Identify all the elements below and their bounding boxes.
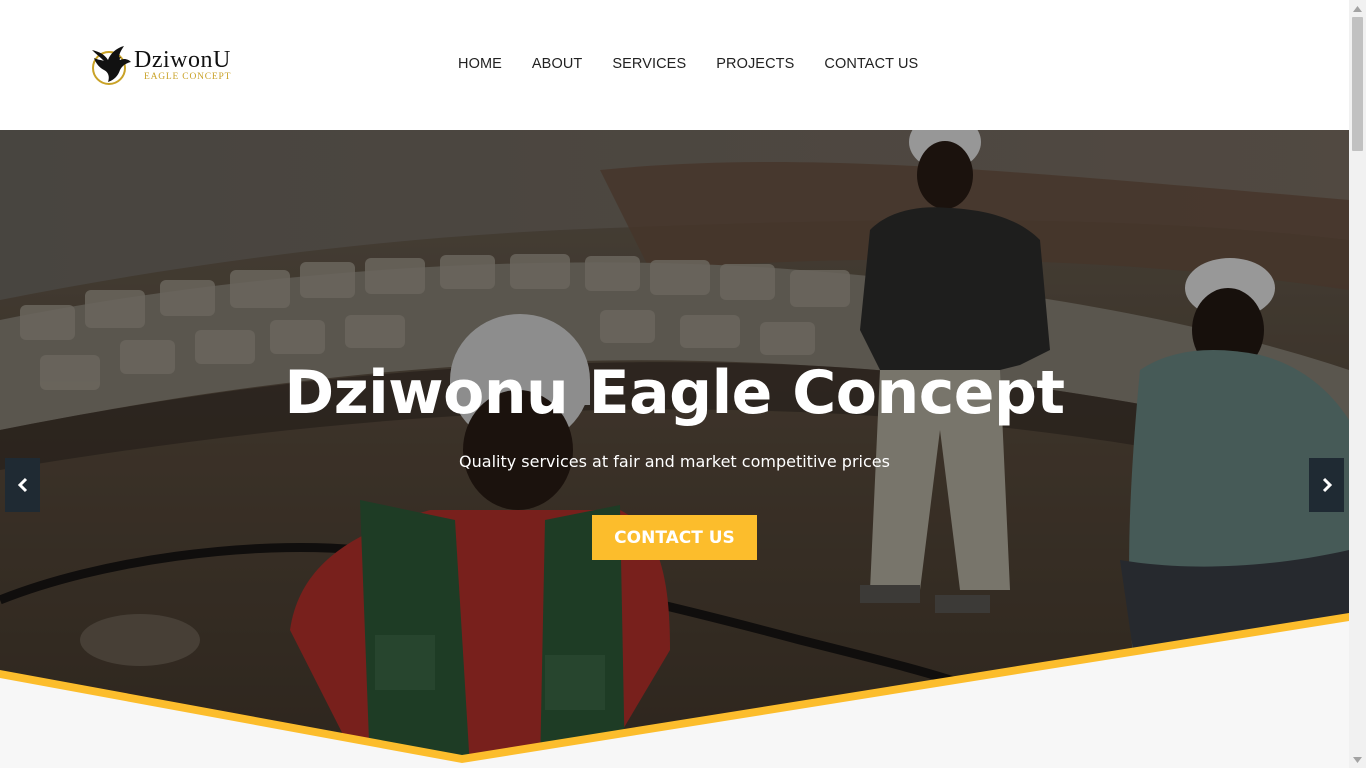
eagle-logo-icon xyxy=(90,44,132,86)
scroll-up-icon[interactable] xyxy=(1349,0,1366,17)
slider-next-button[interactable] xyxy=(1309,458,1344,512)
hero-title: Dziwonu Eagle Concept xyxy=(284,358,1065,428)
slider-prev-button[interactable] xyxy=(5,458,40,512)
chevron-left-icon xyxy=(17,477,27,493)
site-header: DziwonU EAGLE CONCEPT HOME ABOUT SERVICE… xyxy=(0,0,1349,130)
nav-item-services[interactable]: SERVICES xyxy=(612,56,686,72)
nav-item-about[interactable]: ABOUT xyxy=(532,56,582,72)
nav-item-home[interactable]: HOME xyxy=(458,56,502,72)
brand-tagline: EAGLE CONCEPT xyxy=(144,71,232,82)
hero-slider: Dziwonu Eagle Concept Quality services a… xyxy=(0,130,1349,768)
main-nav: HOME ABOUT SERVICES PROJECTS CONTACT US xyxy=(458,56,948,72)
page-scrollbar[interactable] xyxy=(1349,0,1366,768)
hero-background-photo xyxy=(0,130,1349,768)
scroll-down-icon[interactable] xyxy=(1349,751,1366,768)
contact-us-button[interactable]: CONTACT US xyxy=(592,515,757,560)
brand-name: DziwonU xyxy=(134,46,231,73)
chevron-right-icon xyxy=(1322,477,1332,493)
hero-subtitle: Quality services at fair and market comp… xyxy=(459,452,890,471)
scrollbar-thumb[interactable] xyxy=(1352,17,1363,151)
brand-logo[interactable]: DziwonU EAGLE CONCEPT xyxy=(90,42,250,88)
nav-item-projects[interactable]: PROJECTS xyxy=(716,56,794,72)
nav-item-contact-us[interactable]: CONTACT US xyxy=(824,56,918,72)
